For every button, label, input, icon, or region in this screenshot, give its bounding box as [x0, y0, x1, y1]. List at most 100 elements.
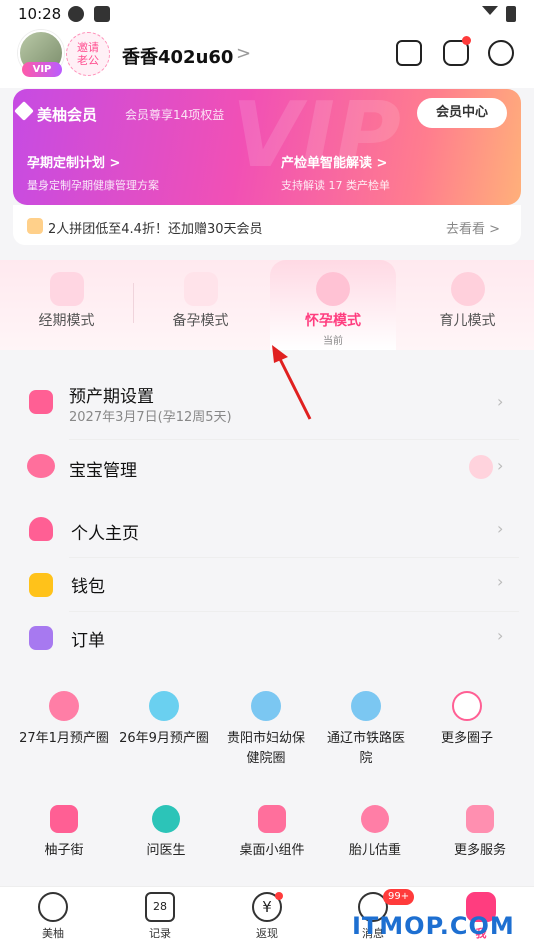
feature-report-reading[interactable]: 产检单智能解读 > 支持解读 17 类产检单	[281, 152, 390, 193]
calendar-icon: 28	[145, 892, 175, 922]
service-label: 桌面小组件	[239, 843, 305, 858]
shopping-bag-icon	[50, 805, 78, 833]
clover-icon	[452, 691, 482, 721]
due-date-row[interactable]: 预产期设置 2027年3月7日(孕12周5天) ›	[13, 362, 521, 438]
widget-icon	[258, 805, 286, 833]
mother-baby-icon	[450, 272, 485, 306]
circle-label: 更多圈子	[440, 731, 493, 746]
profile-page-row[interactable]: 个人主页 ›	[13, 503, 521, 557]
pregnant-woman-icon	[316, 272, 350, 306]
more-services-item[interactable]: 更多服务	[430, 805, 530, 861]
tab-label: 美柚	[42, 927, 64, 940]
wallet-title: 钱包	[71, 577, 105, 597]
wallet-row[interactable]: 钱包 ›	[13, 558, 521, 612]
chevron-right-icon: >	[236, 43, 252, 64]
feature-title: 产检单智能解读 >	[281, 156, 388, 171]
status-bar: 10:28	[0, 0, 534, 28]
tab-cashback[interactable]: ¥ 返现	[227, 892, 307, 941]
due-date-value: 2027年3月7日(孕12周5天)	[69, 410, 232, 425]
chevron-right-icon: ›	[497, 626, 504, 645]
circle-item[interactable]: 26年9月预产圈	[114, 691, 214, 749]
orders-title: 订单	[71, 631, 105, 651]
tab-record[interactable]: 28 记录	[120, 892, 200, 941]
settings-icon[interactable]	[488, 40, 514, 66]
tab-label: 返现	[256, 927, 278, 940]
baby-avatar	[469, 455, 493, 479]
number-9-icon	[149, 691, 179, 721]
wifi-icon	[482, 6, 498, 15]
chevron-right-icon: ›	[497, 456, 504, 475]
vip-title: 美柚会员	[37, 106, 98, 124]
baby-management-row[interactable]: 宝宝管理 ›	[13, 440, 521, 494]
service-label: 胎儿估重	[348, 843, 401, 858]
orders-row[interactable]: 订单 ›	[13, 612, 521, 665]
calendar-icon	[49, 272, 84, 306]
service-item[interactable]: 胎儿估重	[325, 805, 425, 861]
message-count-badge: 99+	[383, 889, 415, 905]
heart-calendar-icon	[29, 390, 53, 414]
invite-line2: 老公	[77, 54, 99, 67]
tab-pregnancy-mode[interactable]: 怀孕模式 当前	[270, 260, 396, 350]
promo-text: 2人拼团低至4.4折！还加赠30天会员	[48, 222, 263, 237]
tab-parenting-mode[interactable]: 育儿模式	[401, 260, 534, 350]
more-circles-item[interactable]: 更多圈子	[417, 691, 517, 749]
vip-tag: VIP	[22, 62, 62, 77]
wallet-icon	[29, 573, 53, 597]
service-item[interactable]: 柚子街	[14, 805, 114, 861]
invite-line1: 邀请	[77, 41, 99, 54]
tab-preparing-mode[interactable]: 备孕模式	[134, 260, 267, 350]
service-item[interactable]: 桌面小组件	[222, 805, 322, 861]
order-list-icon	[29, 626, 53, 650]
tab-label: 记录	[149, 927, 171, 940]
hospital-icon	[351, 691, 381, 721]
profile-page-title: 个人主页	[71, 524, 139, 544]
app-notification-icon	[68, 6, 84, 22]
grid-icon	[466, 805, 494, 833]
mode-label: 经期模式	[38, 313, 95, 329]
mode-label: 怀孕模式	[305, 313, 361, 329]
chevron-right-icon: ›	[497, 519, 504, 538]
mode-label: 育儿模式	[439, 313, 496, 329]
gift-icon	[27, 218, 43, 234]
invite-husband-button[interactable]: 邀请 老公	[66, 32, 110, 76]
circle-label: 27年1月预产圈	[19, 731, 109, 746]
circle-item[interactable]: 贵阳市妇幼保健院圈	[216, 691, 316, 769]
promo-action[interactable]: 去看看 >	[446, 218, 500, 237]
hospital-icon	[251, 691, 281, 721]
circle-label: 通辽市铁路医院	[326, 731, 405, 766]
feature-desc: 支持解读 17 类产检单	[281, 179, 390, 192]
circle-item[interactable]: 通辽市铁路医院	[316, 691, 416, 769]
a-notification-icon	[94, 6, 110, 22]
vip-subtitle: 会员尊享14项权益	[125, 108, 225, 122]
feature-pregnancy-plan[interactable]: 孕期定制计划 > 量身定制孕期健康管理方案	[27, 152, 159, 193]
notification-dot	[275, 892, 283, 900]
feature-desc: 量身定制孕期健康管理方案	[27, 179, 159, 192]
chevron-right-icon: ›	[497, 392, 504, 411]
circle-label: 贵阳市妇幼保健院圈	[226, 731, 305, 766]
tab-period-mode[interactable]: 经期模式	[0, 260, 133, 350]
doctor-chat-icon	[152, 805, 180, 833]
tab-meiyou[interactable]: 美柚	[13, 892, 93, 941]
battery-icon	[506, 6, 516, 22]
test-strip-icon	[183, 272, 218, 306]
service-label: 更多服务	[453, 843, 506, 858]
scan-icon[interactable]	[396, 40, 422, 66]
username[interactable]: 香香402u60	[122, 43, 233, 69]
vip-center-button[interactable]: 会员中心	[417, 98, 507, 128]
circle-label: 26年9月预产圈	[119, 731, 209, 746]
calendar-day: 28	[153, 900, 167, 913]
due-date-title: 预产期设置	[69, 387, 154, 407]
person-icon	[29, 517, 53, 541]
circle-item[interactable]: 27年1月预产圈	[14, 691, 114, 749]
service-item[interactable]: 问医生	[116, 805, 216, 861]
number-1-icon	[49, 691, 79, 721]
service-label: 柚子街	[44, 843, 84, 858]
service-label: 问医生	[146, 843, 186, 858]
meiyou-logo-icon	[38, 892, 68, 922]
fetus-weight-icon	[361, 805, 389, 833]
notification-dot	[462, 36, 471, 45]
baby-management-title: 宝宝管理	[69, 461, 137, 481]
status-time: 10:28	[18, 5, 62, 23]
yen-symbol: ¥	[262, 898, 272, 916]
site-watermark: ITMOP.COM	[352, 912, 515, 940]
